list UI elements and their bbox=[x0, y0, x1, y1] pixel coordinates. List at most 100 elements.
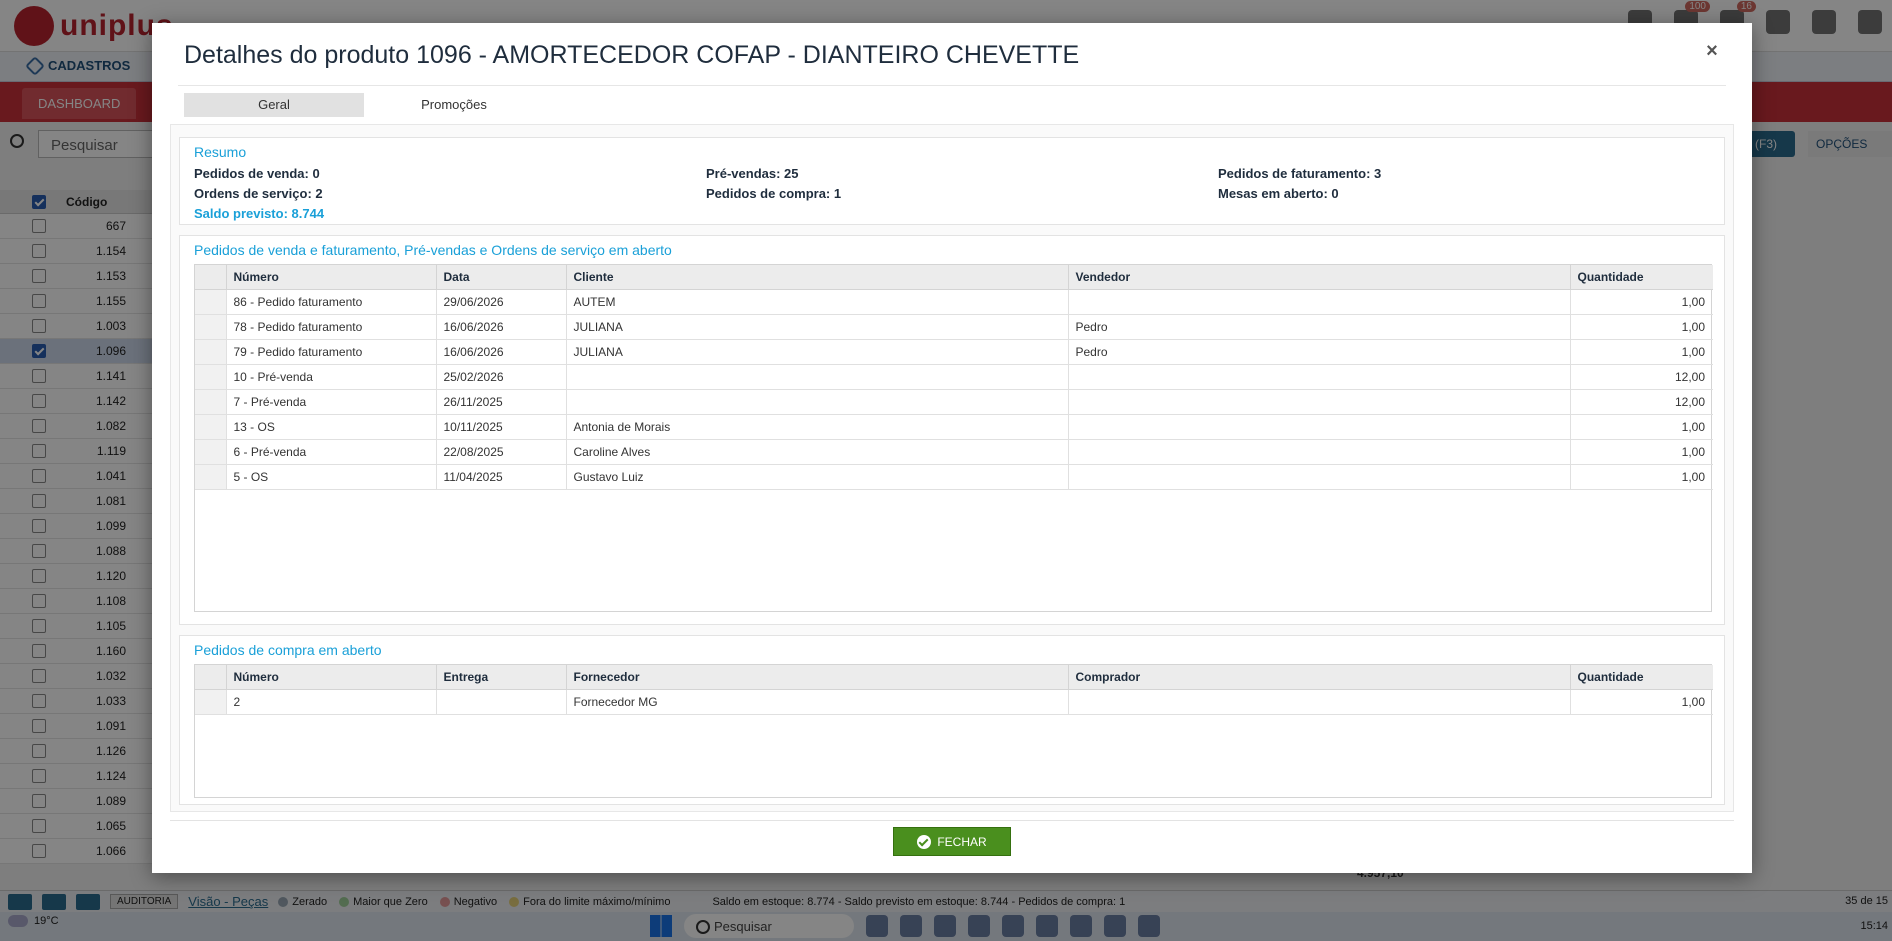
column-header-numero[interactable]: Número bbox=[226, 665, 437, 690]
table-cell: 1,00 bbox=[1570, 339, 1713, 365]
summary-pedidos-compra: Pedidos de compra: 1 bbox=[706, 186, 842, 201]
table-cell: 10 - Pré-venda bbox=[226, 364, 437, 390]
table-cell bbox=[566, 364, 1069, 390]
grid-header-row: Número Entrega Fornecedor Comprador Quan… bbox=[195, 665, 1713, 690]
table-row[interactable]: 7 - Pré-venda 26/11/2025 12,00 bbox=[195, 389, 1713, 415]
table-cell bbox=[1068, 464, 1571, 490]
table-cell: 1,00 bbox=[1570, 314, 1713, 340]
table-cell: 78 - Pedido faturamento bbox=[226, 314, 437, 340]
table-cell: 25/02/2026 bbox=[436, 364, 567, 390]
column-header-comprador[interactable]: Comprador bbox=[1068, 665, 1571, 690]
column-header-entrega[interactable]: Entrega bbox=[436, 665, 567, 690]
table-cell bbox=[1068, 289, 1571, 315]
row-header-cell[interactable] bbox=[195, 689, 227, 715]
column-header-data[interactable]: Data bbox=[436, 265, 567, 290]
row-header-cell[interactable] bbox=[195, 364, 227, 390]
tab-content: Resumo Pedidos de venda: 0 Ordens de ser… bbox=[170, 124, 1734, 812]
table-cell: Antonia de Morais bbox=[566, 414, 1069, 440]
open-orders-title: Pedidos de venda e faturamento, Pré-vend… bbox=[194, 242, 672, 258]
row-header-cell bbox=[195, 265, 227, 290]
column-header-fornecedor[interactable]: Fornecedor bbox=[566, 665, 1069, 690]
row-header-cell[interactable] bbox=[195, 314, 227, 340]
summary-title: Resumo bbox=[194, 144, 247, 160]
close-icon[interactable]: × bbox=[1702, 41, 1722, 61]
summary-pedidos-venda: Pedidos de venda: 0 bbox=[194, 166, 320, 181]
table-cell bbox=[1068, 389, 1571, 415]
grid-header-row: Número Data Cliente Vendedor Quantidade bbox=[195, 265, 1713, 290]
table-row[interactable]: 5 - OS 11/04/2025 Gustavo Luiz 1,00 bbox=[195, 464, 1713, 490]
table-row[interactable]: 78 - Pedido faturamento 16/06/2026 JULIANA… bbox=[195, 314, 1713, 340]
table-cell bbox=[1068, 414, 1571, 440]
table-cell: 79 - Pedido faturamento bbox=[226, 339, 437, 365]
table-cell: 12,00 bbox=[1570, 389, 1713, 415]
open-purchases-title: Pedidos de compra em aberto bbox=[194, 642, 382, 658]
table-row[interactable]: 6 - Pré-venda 22/08/2025 Caroline Alves 1,0… bbox=[195, 439, 1713, 465]
open-purchases-grid: Número Entrega Fornecedor Comprador Quan… bbox=[194, 664, 1713, 798]
table-cell: 26/11/2025 bbox=[436, 389, 567, 415]
close-button-label: FECHAR bbox=[937, 834, 987, 849]
open-orders-grid: Número Data Cliente Vendedor Quantidade … bbox=[194, 264, 1713, 612]
table-cell: Gustavo Luiz bbox=[566, 464, 1069, 490]
summary-pre-vendas: Pré-vendas: 25 bbox=[706, 166, 799, 181]
table-cell: 1,00 bbox=[1570, 689, 1713, 715]
column-header-vendedor[interactable]: Vendedor bbox=[1068, 265, 1571, 290]
tab-promocoes[interactable]: Promoções bbox=[364, 93, 544, 117]
table-cell: 1,00 bbox=[1570, 414, 1713, 440]
check-circle-icon bbox=[917, 834, 932, 849]
table-row[interactable]: 2 Fornecedor MG 1,00 bbox=[195, 689, 1713, 715]
divider bbox=[170, 820, 1734, 821]
table-cell: 12,00 bbox=[1570, 364, 1713, 390]
table-row[interactable]: 10 - Pré-venda 25/02/2026 12,00 bbox=[195, 364, 1713, 390]
row-header-cell[interactable] bbox=[195, 389, 227, 415]
table-cell: 5 - OS bbox=[226, 464, 437, 490]
summary-ordens-servico: Ordens de serviço: 2 bbox=[194, 186, 323, 201]
table-row[interactable]: 86 - Pedido faturamento 29/06/2026 AUTEM 1,… bbox=[195, 289, 1713, 315]
table-cell: 10/11/2025 bbox=[436, 414, 567, 440]
table-cell: 86 - Pedido faturamento bbox=[226, 289, 437, 315]
table-cell: 13 - OS bbox=[226, 414, 437, 440]
close-button[interactable]: FECHAR bbox=[893, 827, 1011, 856]
table-cell: Caroline Alves bbox=[566, 439, 1069, 465]
dialog-tabs: Geral Promoções bbox=[184, 93, 544, 117]
table-cell: 1,00 bbox=[1570, 464, 1713, 490]
summary-saldo-previsto: Saldo previsto: 8.744 bbox=[194, 206, 325, 221]
table-cell bbox=[436, 689, 567, 715]
table-cell: AUTEM bbox=[566, 289, 1069, 315]
table-cell: 11/04/2025 bbox=[436, 464, 567, 490]
table-cell: 16/06/2026 bbox=[436, 339, 567, 365]
table-cell: Fornecedor MG bbox=[566, 689, 1069, 715]
table-cell: 2 bbox=[226, 689, 437, 715]
column-header-quantidade[interactable]: Quantidade bbox=[1570, 665, 1713, 690]
row-header-cell bbox=[195, 665, 227, 690]
row-header-cell[interactable] bbox=[195, 464, 227, 490]
table-cell bbox=[1068, 439, 1571, 465]
row-header-cell[interactable] bbox=[195, 414, 227, 440]
tab-geral[interactable]: Geral bbox=[184, 93, 364, 117]
table-row[interactable]: 79 - Pedido faturamento 16/06/2026 JULIANA… bbox=[195, 339, 1713, 365]
table-cell: 16/06/2026 bbox=[436, 314, 567, 340]
product-details-dialog: Detalhes do produto 1096 - AMORTECEDOR C… bbox=[152, 23, 1752, 873]
table-cell: 22/08/2025 bbox=[436, 439, 567, 465]
column-header-quantidade[interactable]: Quantidade bbox=[1570, 265, 1713, 290]
summary-pedidos-faturamento: Pedidos de faturamento: 3 bbox=[1218, 166, 1382, 181]
table-cell: 1,00 bbox=[1570, 289, 1713, 315]
row-header-cell[interactable] bbox=[195, 289, 227, 315]
table-cell: JULIANA bbox=[566, 314, 1069, 340]
table-cell bbox=[1068, 689, 1571, 715]
row-header-cell[interactable] bbox=[195, 439, 227, 465]
summary-panel: Resumo Pedidos de venda: 0 Ordens de ser… bbox=[179, 137, 1725, 225]
open-orders-panel: Pedidos de venda e faturamento, Pré-vend… bbox=[179, 235, 1725, 625]
column-header-cliente[interactable]: Cliente bbox=[566, 265, 1069, 290]
open-purchases-panel: Pedidos de compra em aberto Número Entre… bbox=[179, 635, 1725, 805]
dialog-title: Detalhes do produto 1096 - AMORTECEDOR C… bbox=[184, 41, 1080, 69]
table-cell: 7 - Pré-venda bbox=[226, 389, 437, 415]
table-row[interactable]: 13 - OS 10/11/2025 Antonia de Morais 1,00 bbox=[195, 414, 1713, 440]
table-cell: JULIANA bbox=[566, 339, 1069, 365]
table-cell: Pedro bbox=[1068, 314, 1571, 340]
table-cell: 1,00 bbox=[1570, 439, 1713, 465]
table-cell: 6 - Pré-venda bbox=[226, 439, 437, 465]
column-header-numero[interactable]: Número bbox=[226, 265, 437, 290]
table-cell: Pedro bbox=[1068, 339, 1571, 365]
row-header-cell[interactable] bbox=[195, 339, 227, 365]
table-cell bbox=[566, 389, 1069, 415]
